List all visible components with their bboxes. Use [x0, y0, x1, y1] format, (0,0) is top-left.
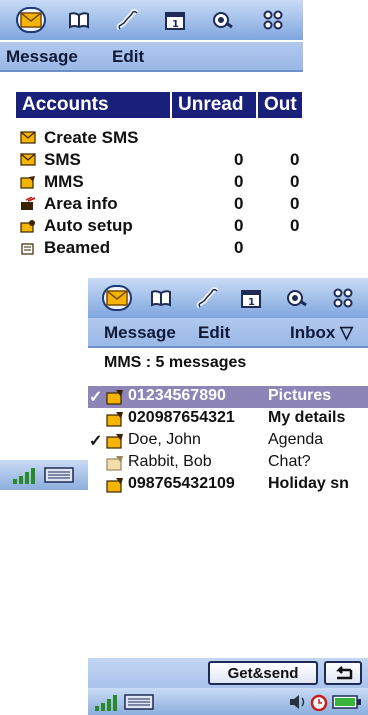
menu-edit[interactable]: Edit — [198, 323, 230, 343]
message-subject: Chat? — [268, 453, 311, 470]
app-toolbar: 1 — [0, 0, 303, 40]
message-subject: My details — [268, 409, 346, 426]
mms-message-icon — [106, 434, 123, 449]
inbox-screen: 1 Message Edit Inbox ▽ MMS : 5 messages … — [88, 278, 368, 715]
account-row-beamed[interactable]: Beamed 0 — [18, 238, 298, 260]
messaging-icon[interactable] — [16, 7, 46, 33]
app-toolbar: 1 — [88, 278, 368, 318]
account-label: SMS — [44, 150, 81, 169]
envelope-icon — [20, 131, 36, 144]
contacts-icon[interactable] — [146, 285, 176, 311]
message-row[interactable]: Rabbit, Bob Chat? — [88, 452, 368, 474]
apps-icon[interactable] — [258, 7, 288, 33]
back-button[interactable] — [324, 661, 362, 685]
mms-message-icon — [106, 390, 123, 405]
messaging-icon[interactable] — [102, 285, 132, 311]
calendar-icon[interactable]: 1 — [160, 7, 190, 33]
message-from: Doe, John — [128, 431, 201, 448]
keyboard-icon[interactable] — [124, 694, 154, 710]
account-row-mms[interactable]: MMS 0 0 — [18, 172, 300, 194]
message-row[interactable]: 098765432109 Holiday sn — [88, 474, 368, 496]
account-out: 0 — [290, 194, 300, 213]
header-accounts: Accounts — [16, 92, 172, 118]
signal-icon — [95, 695, 117, 711]
battery-icon — [332, 695, 361, 709]
message-subject: Pictures — [268, 387, 332, 404]
message-row[interactable]: ✓ Doe, John Agenda — [88, 430, 368, 452]
calendar-icon[interactable]: 1 — [236, 285, 266, 311]
account-row-sms[interactable]: SMS 0 0 — [18, 150, 300, 172]
message-from: 098765432109 — [128, 475, 235, 492]
account-unread: 0 — [234, 216, 244, 235]
message-row[interactable]: ✓ 01234567890 Pictures — [88, 386, 368, 408]
message-subject: Agenda — [268, 431, 324, 448]
envelope-icon — [20, 153, 36, 166]
mms-message-icon — [106, 412, 123, 427]
mms-message-icon — [106, 478, 123, 493]
menu-bar: Message Edit Inbox ▽ — [88, 318, 368, 348]
message-from: Rabbit, Bob — [128, 453, 212, 470]
checkmark-icon: ✓ — [89, 433, 103, 450]
account-label: Area info — [44, 194, 118, 213]
web-icon[interactable] — [282, 285, 312, 311]
web-icon[interactable] — [208, 7, 238, 33]
checkmark-icon: ✓ — [89, 389, 103, 406]
menu-edit[interactable]: Edit — [112, 47, 144, 67]
header-out: Out — [264, 94, 297, 115]
status-bar — [88, 688, 368, 715]
menu-message[interactable]: Message — [104, 323, 176, 343]
speaker-icon[interactable] — [288, 693, 306, 711]
apps-icon[interactable] — [328, 285, 358, 311]
area-info-icon — [21, 197, 36, 210]
folder-dropdown[interactable]: Inbox ▽ — [290, 323, 353, 343]
account-label: MMS — [44, 172, 84, 191]
message-from: 020987654321 — [128, 409, 235, 426]
account-out: 0 — [290, 216, 300, 235]
softkey-bar: Get&send — [88, 658, 368, 688]
account-out: 0 — [290, 172, 300, 191]
account-label: Create SMS — [44, 128, 139, 147]
auto-setup-icon — [20, 220, 35, 233]
phone-icon[interactable] — [112, 7, 142, 33]
menu-bar: Message Edit — [0, 42, 303, 72]
account-out: 0 — [290, 150, 300, 169]
account-row-area-info[interactable]: Area info 0 0 — [18, 194, 300, 216]
svg-text:1: 1 — [248, 297, 255, 308]
account-unread: 0 — [234, 172, 244, 191]
phone-icon[interactable] — [192, 285, 222, 311]
contacts-icon[interactable] — [64, 7, 94, 33]
back-arrow-icon — [335, 666, 353, 680]
account-row-auto-setup[interactable]: Auto setup 0 0 — [18, 216, 300, 238]
signal-icon — [13, 468, 35, 484]
account-row-create-sms[interactable]: Create SMS — [18, 128, 298, 150]
account-label: Beamed — [44, 238, 111, 257]
get-send-button[interactable]: Get&send — [208, 661, 318, 685]
menu-message[interactable]: Message — [6, 47, 78, 67]
mms-icon — [20, 176, 35, 189]
message-from: 01234567890 — [128, 387, 226, 404]
alarm-clock-icon — [310, 694, 328, 711]
account-unread: 0 — [234, 150, 244, 169]
keyboard-icon[interactable] — [44, 467, 74, 483]
message-count: MMS : 5 messages — [104, 354, 247, 371]
status-bar — [0, 460, 90, 490]
beamed-icon — [21, 243, 34, 255]
account-unread: 0 — [234, 194, 244, 213]
accounts-table-header: Accounts Unread Out — [16, 92, 302, 118]
message-subject: Holiday sn — [268, 475, 349, 492]
message-row[interactable]: 020987654321 My details — [88, 408, 368, 430]
account-label: Auto setup — [44, 216, 133, 235]
account-unread: 0 — [234, 238, 244, 257]
header-unread: Unread — [172, 92, 258, 118]
mms-message-read-icon — [106, 456, 123, 471]
svg-text:1: 1 — [172, 19, 179, 30]
